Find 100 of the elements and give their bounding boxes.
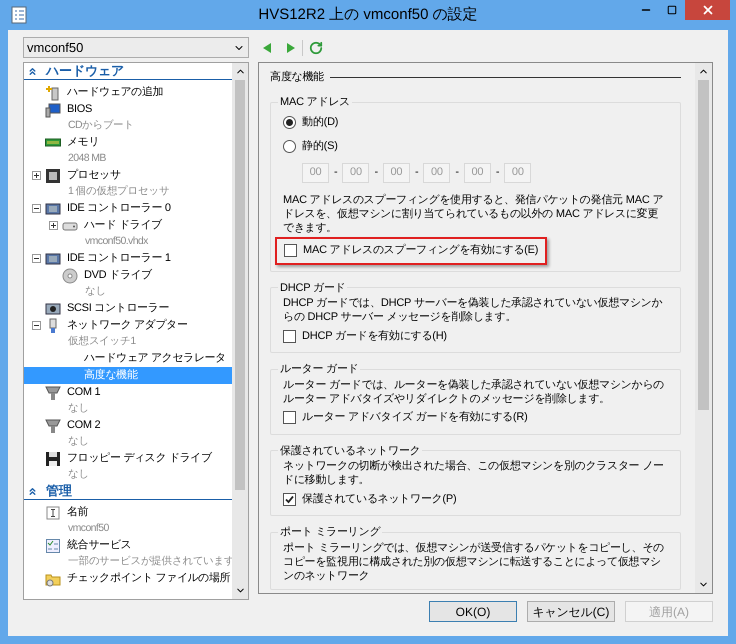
group-title: MAC アドレス <box>279 95 351 110</box>
collapse-chevron-icon <box>27 66 38 76</box>
tree-item[interactable]: メモリ <box>24 134 232 151</box>
section-title: ハードウェア <box>46 63 124 80</box>
tree-item-label: ハード ドライブ <box>84 218 162 234</box>
radio-button[interactable] <box>283 116 296 129</box>
hardware-add-icon <box>45 84 61 100</box>
tree-item[interactable]: SCSI コントローラー <box>24 300 232 317</box>
tree-item[interactable]: ハードウェアの追加 <box>24 84 232 101</box>
monitor-icon <box>45 102 61 118</box>
tree-item[interactable]: ハード ドライブ <box>24 217 232 234</box>
settings-list-icon <box>10 6 28 24</box>
tree-item-label: メモリ <box>67 135 100 150</box>
dialog-button[interactable]: OK(O) <box>429 601 517 622</box>
tree-item[interactable]: チェックポイント ファイルの場所 <box>24 570 232 587</box>
tree-item-detail: vmconf50.vhdx <box>85 234 148 250</box>
checkbox[interactable] <box>284 244 297 257</box>
tree-item-detail: なし <box>68 401 89 416</box>
scrollbar[interactable] <box>695 63 712 593</box>
checkbox-label: MAC アドレスのスプーフィングを有効にする(E) <box>303 242 538 258</box>
close-button[interactable] <box>685 0 730 20</box>
tree-item[interactable]: DVD ドライブ <box>24 267 232 284</box>
section-header[interactable]: 管理 <box>24 483 232 500</box>
tree-item[interactable]: ハードウェア アクセラレータ <box>24 350 232 367</box>
text-cursor-icon <box>45 504 61 520</box>
dropdown-value: vmconf50 <box>27 38 84 57</box>
checkbox[interactable] <box>283 411 296 424</box>
tree-item-label: IDE コントローラー 0 <box>67 201 171 216</box>
tree-item-label: 名前 <box>67 505 88 520</box>
processor-icon <box>45 168 61 184</box>
forward-arrow-icon[interactable] <box>286 42 296 54</box>
tree-item[interactable]: BIOS <box>24 101 232 118</box>
disc-icon <box>62 268 78 284</box>
scrollbar[interactable] <box>232 63 248 599</box>
separator-dash: - <box>455 165 459 180</box>
tree-item[interactable]: ネットワーク アダプター <box>24 317 232 334</box>
serial-port-icon <box>45 418 61 434</box>
tree-item[interactable]: IDE コントローラー 0 <box>24 200 232 217</box>
tree-item-detail: CDからブート <box>68 118 134 134</box>
tree-item-label: BIOS <box>67 102 92 118</box>
checkbox[interactable] <box>283 492 296 506</box>
checkbox-label: 保護されているネットワーク(P) <box>302 492 456 507</box>
scrollbar-thumb[interactable] <box>698 80 709 410</box>
tree-item[interactable]: COM 1 <box>24 384 232 401</box>
tree-item[interactable]: IDE コントローラー 1 <box>24 250 232 267</box>
collapse-toggle-icon[interactable] <box>32 321 41 330</box>
separator-dash: - <box>334 165 338 180</box>
group-description: ネットワークの切断が検出された場合、この仮想マシンを別のクラスター ノードに移動します。 <box>283 459 665 487</box>
group-title: 保護されているネットワーク <box>279 444 422 458</box>
collapse-toggle-icon[interactable] <box>32 254 41 263</box>
controller-card-icon <box>45 200 61 216</box>
collapse-toggle-icon[interactable] <box>32 204 41 213</box>
tree-item-label: ハードウェアの追加 <box>67 85 164 100</box>
checkbox[interactable] <box>283 330 296 342</box>
tree-item-detail: 仮想スイッチ1 <box>68 334 136 350</box>
radio-button[interactable] <box>283 140 296 153</box>
tree-item-label: ネットワーク アダプター <box>67 318 188 334</box>
refresh-icon[interactable] <box>309 40 323 54</box>
tree-item-detail: 1 個の仮想プロセッサ <box>68 184 170 200</box>
expand-toggle-icon[interactable] <box>49 221 58 230</box>
tree-item-detail: なし <box>68 434 89 450</box>
section-title: 管理 <box>46 482 72 500</box>
separator-dash: - <box>414 165 418 180</box>
tree-item[interactable]: フロッピー ディスク ドライブ <box>24 450 232 467</box>
tree-item[interactable]: 統合サービス <box>24 537 232 554</box>
collapse-chevron-icon <box>27 486 38 496</box>
panel-title: 高度な機能 <box>270 70 324 85</box>
scrollbar-thumb[interactable] <box>235 80 245 490</box>
section-header[interactable]: ハードウェア <box>24 63 232 80</box>
close-icon <box>700 3 714 17</box>
radio-label: 静的(S) <box>302 139 338 154</box>
group-title: ポート ミラーリング <box>279 525 382 540</box>
dialog-button[interactable]: キャンセル(C) <box>527 601 615 622</box>
tree-item[interactable]: 名前 <box>24 504 232 521</box>
group-description: MAC アドレスのスプーフィングを使用すると、発信パケットの発信元 MAC アドレスを、仮想マシンに割り当てられているもの以外の MAC アドレスに変更できます。 <box>283 192 664 234</box>
vm-dropdown[interactable]: vmconf50 <box>23 37 249 58</box>
tree-item-detail: なし <box>85 284 106 300</box>
checkbox-label: DHCP ガードを有効にする(H) <box>302 328 447 344</box>
tree-item-label: COM 2 <box>67 418 100 434</box>
checkbox-label: ルーター アドバタイズ ガードを有効にする(R) <box>302 410 528 426</box>
tree-item-label: プロセッサ <box>67 168 121 184</box>
expand-toggle-icon[interactable] <box>32 171 41 180</box>
group-description: DHCP ガードでは、DHCP サーバーを偽装した承認されていない仮想マシンからの DHCP サーバー メッセージを削除します。 <box>283 296 664 324</box>
back-arrow-icon[interactable] <box>262 42 272 54</box>
tree-item-label: 高度な機能 <box>84 368 138 384</box>
tree-item-label: チェックポイント ファイルの場所 <box>67 571 230 586</box>
tree-item-detail: なし <box>68 467 89 482</box>
separator-dash: - <box>374 165 378 180</box>
checklist-icon <box>45 538 61 554</box>
scsi-card-icon <box>45 300 61 316</box>
tree-item-label: ハードウェア アクセラレータ <box>84 351 226 366</box>
tree-item-label: 統合サービス <box>67 538 132 554</box>
tree-item-label: DVD ドライブ <box>84 268 152 284</box>
tree-item[interactable]: プロセッサ <box>24 167 232 184</box>
maximize-icon <box>667 5 677 15</box>
tree-item[interactable]: COM 2 <box>24 417 232 434</box>
tree-item-label: IDE コントローラー 1 <box>67 251 171 266</box>
controller-card-icon <box>45 250 61 266</box>
tree-item-label: COM 1 <box>67 385 100 400</box>
window-title: HVS12R2 上の vmconf50 の設定 <box>257 4 479 25</box>
